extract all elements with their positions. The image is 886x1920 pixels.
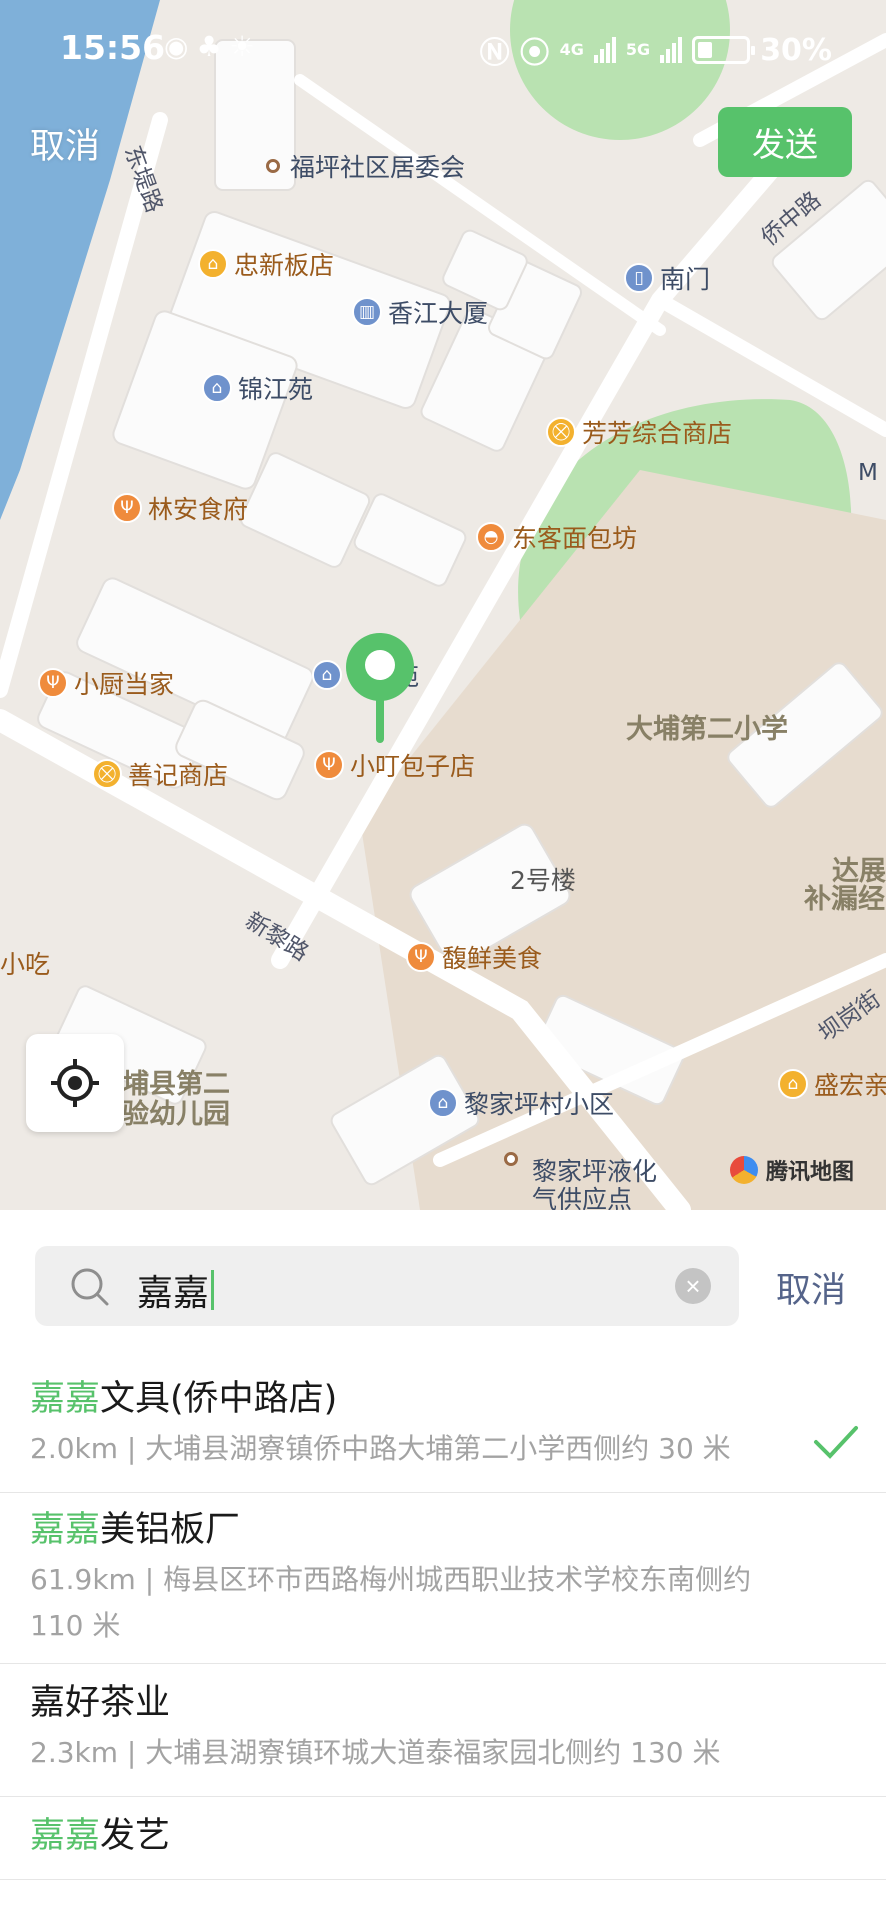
search-result-item[interactable]: 嘉嘉发艺 <box>0 1797 886 1880</box>
map-poi[interactable]: ⌂ 盛宏亲 <box>778 1066 886 1102</box>
result-address: 2.3km | 大埔县湖寮镇环城大道泰福家园北侧约 130 米 <box>30 1736 721 1769</box>
search-bar[interactable]: 嘉嘉 × <box>35 1246 739 1326</box>
battery-icon <box>692 36 756 64</box>
poi-dot-icon <box>266 159 280 173</box>
area-label: 大埔第二小学 <box>626 714 788 745</box>
result-name-highlight: 嘉嘉 <box>30 1816 101 1856</box>
search-result-item[interactable]: 嘉嘉文具(侨中路店) 2.0km | 大埔县湖寮镇侨中路大埔第二小学西侧约 30 … <box>0 1360 886 1493</box>
locate-me-button[interactable] <box>26 1034 124 1132</box>
signal-icon <box>593 37 616 63</box>
shop-icon: ⛒ <box>546 417 576 447</box>
map-view[interactable]: 15:56 ◉ ♣ ☀ Ⓝ ⦿ 4G 5G 30% 取消 发送 福坪社区居委会 … <box>0 0 886 1210</box>
map-poi[interactable]: ⌂ 锦江苑 <box>202 370 313 406</box>
result-name: 嘉嘉发艺 <box>30 1813 856 1859</box>
area-label: 补漏经 <box>804 884 885 915</box>
result-name-rest: 文具(侨中路店) <box>100 1379 338 1419</box>
search-icon <box>71 1268 109 1306</box>
area-label: 2号楼 <box>510 866 576 895</box>
send-button[interactable]: 发送 <box>718 107 852 177</box>
map-provider-logo: 腾讯地图 <box>730 1154 854 1186</box>
home-icon: ⌂ <box>428 1088 458 1118</box>
clear-search-icon[interactable]: × <box>675 1268 711 1304</box>
nfc-icon: Ⓝ <box>479 36 510 71</box>
search-panel: 嘉嘉 × 取消 嘉嘉文具(侨中路店) 2.0km | 大埔县湖寮镇侨中路大埔第二小… <box>0 1210 886 1920</box>
result-name-highlight: 嘉嘉 <box>30 1379 101 1419</box>
map-poi[interactable]: ⌂ 忠新板店 <box>198 246 334 282</box>
map-poi[interactable]: Ψ 馥鲜美食 <box>406 939 542 975</box>
search-cancel-button[interactable]: 取消 <box>776 1262 846 1313</box>
result-name-rest: 嘉好茶业 <box>30 1683 171 1723</box>
area-label: M <box>858 460 878 486</box>
gate-icon: ▯ <box>624 263 654 293</box>
shop-icon: ⛒ <box>92 759 122 789</box>
search-input[interactable]: 嘉嘉 <box>137 1264 215 1316</box>
status-right: Ⓝ ⦿ 4G 5G 30% <box>480 28 832 72</box>
status-notification-icons: ◉ ♣ ☀ <box>164 30 255 63</box>
status-bar: 15:56 ◉ ♣ ☀ Ⓝ ⦿ 4G 5G 30% <box>0 0 886 100</box>
battery-percent: 30% <box>760 32 832 68</box>
map-poi[interactable]: ⌂ 黎家坪村小区 <box>428 1085 614 1121</box>
result-name-rest: 发艺 <box>100 1816 171 1856</box>
result-name-rest: 美铝板厂 <box>100 1510 241 1550</box>
restaurant-icon: Ψ <box>406 942 436 972</box>
search-query-text: 嘉嘉 <box>137 1273 210 1314</box>
network-4g: 4G <box>559 40 584 59</box>
result-name: 嘉嘉文具(侨中路店) <box>30 1376 856 1422</box>
result-address: 61.9km | 梅县区环市西路梅州城西职业技术学校东南侧约 110 米 <box>30 1563 752 1642</box>
building-icon: ▥ <box>352 297 382 327</box>
eye-icon: ◉ <box>164 30 189 63</box>
battery-fill <box>698 42 712 58</box>
location-icon: ⦿ <box>519 36 550 71</box>
area-label: 验幼儿园 <box>122 1099 230 1130</box>
status-time: 15:56 <box>60 28 166 67</box>
map-poi[interactable]: Ψ 小叮包子店 <box>314 747 475 783</box>
restaurant-icon: Ψ <box>38 668 68 698</box>
map-poi[interactable]: Ψ 林安食府 <box>112 490 248 526</box>
result-name: 嘉好茶业 <box>30 1680 856 1726</box>
result-name: 嘉嘉美铝板厂 <box>30 1507 856 1553</box>
poi-dot-icon <box>504 1152 518 1166</box>
weather-icon: ☀ <box>229 30 255 63</box>
search-result-item[interactable]: 嘉嘉美铝板厂 61.9km | 梅县区环市西路梅州城西职业技术学校东南侧约 110… <box>0 1493 886 1664</box>
search-result-item[interactable]: 嘉好茶业 2.3km | 大埔县湖寮镇环城大道泰福家园北侧约 130 米 <box>0 1664 886 1797</box>
tencent-map-logo-icon <box>730 1156 758 1184</box>
qq-icon: ♣ <box>196 30 222 63</box>
map-poi[interactable]: Ψ 小厨当家 <box>38 665 174 701</box>
shop-icon: ⌂ <box>778 1069 808 1099</box>
map-poi[interactable]: 福坪社区居委会 <box>266 148 465 184</box>
restaurant-icon: Ψ <box>314 750 344 780</box>
text-cursor <box>211 1270 215 1310</box>
result-address: 2.0km | 大埔县湖寮镇侨中路大埔第二小学西侧约 30 米 <box>30 1432 731 1465</box>
search-results-list: 嘉嘉文具(侨中路店) 2.0km | 大埔县湖寮镇侨中路大埔第二小学西侧约 30 … <box>0 1360 886 1880</box>
crosshair-icon <box>51 1059 99 1107</box>
map-poi[interactable]: ▯ 南门 <box>624 260 710 296</box>
map-poi[interactable]: ▥ 香江大厦 <box>352 294 488 330</box>
shop-icon: ⌂ <box>198 249 228 279</box>
area-label: 小吃 <box>0 950 51 979</box>
home-icon: ⌂ <box>312 660 342 690</box>
cancel-button[interactable]: 取消 <box>30 118 100 169</box>
result-name-highlight: 嘉嘉 <box>30 1510 101 1550</box>
map-poi[interactable]: ⛒ 善记商店 <box>92 756 228 792</box>
selected-check-icon <box>814 1426 858 1459</box>
map-poi[interactable]: ◓ 东客面包坊 <box>476 519 637 555</box>
map-poi[interactable]: ⛒ 芳芳综合商店 <box>546 414 732 450</box>
bakery-icon: ◓ <box>476 522 506 552</box>
network-5g: 5G <box>625 40 651 59</box>
home-icon: ⌂ <box>202 373 232 403</box>
area-label: 气供应点 <box>532 1185 633 1210</box>
location-pin-icon <box>346 633 414 743</box>
restaurant-icon: Ψ <box>112 493 142 523</box>
map-poi[interactable] <box>504 1152 528 1166</box>
signal-icon <box>660 37 683 63</box>
